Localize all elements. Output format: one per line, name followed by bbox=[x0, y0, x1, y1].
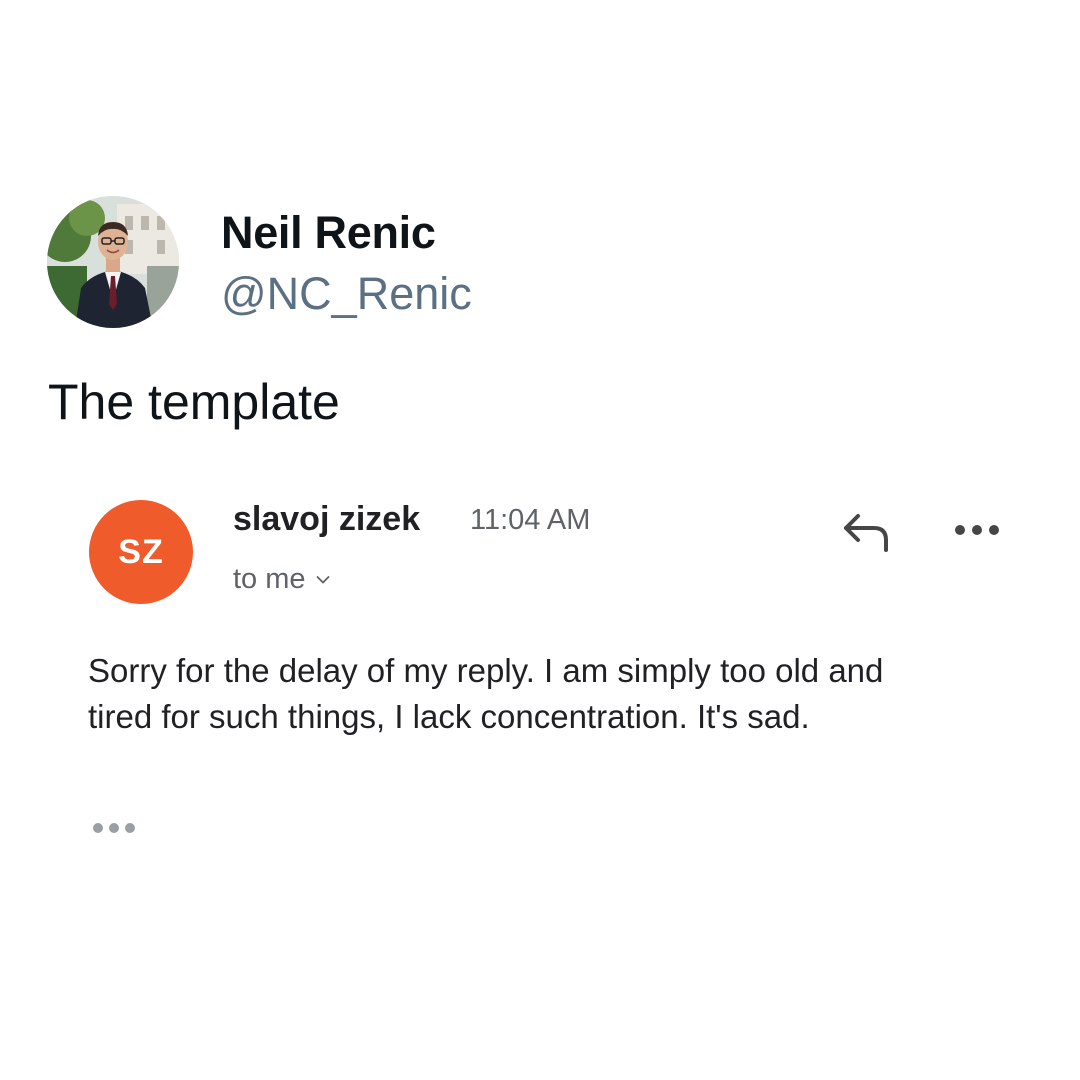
sent-time: 11:04 AM bbox=[470, 504, 591, 536]
ellipsis-icon[interactable] bbox=[90, 819, 138, 837]
email-body: Sorry for the delay of my reply. I am si… bbox=[88, 648, 1028, 740]
reply-icon[interactable] bbox=[840, 510, 894, 554]
sender-name: slavoj zizek bbox=[233, 500, 421, 538]
recipient-label: to me bbox=[233, 563, 306, 595]
sender-initials: SZ bbox=[118, 532, 164, 571]
author-display-name[interactable]: Neil Renic bbox=[221, 207, 436, 259]
email-body-line: Sorry for the delay of my reply. I am si… bbox=[88, 652, 884, 689]
author-avatar[interactable] bbox=[47, 196, 179, 328]
email-body-line: tired for such things, I lack concentrat… bbox=[88, 698, 810, 735]
recipient-details-toggle[interactable]: to me bbox=[233, 563, 330, 596]
sender-avatar: SZ bbox=[89, 500, 193, 604]
chevron-down-icon bbox=[316, 575, 329, 583]
more-options-icon[interactable] bbox=[952, 518, 1002, 542]
author-handle[interactable]: @NC_Renic bbox=[221, 268, 472, 320]
tweet-text: The template bbox=[48, 374, 340, 430]
author-avatar-photo bbox=[47, 196, 179, 328]
